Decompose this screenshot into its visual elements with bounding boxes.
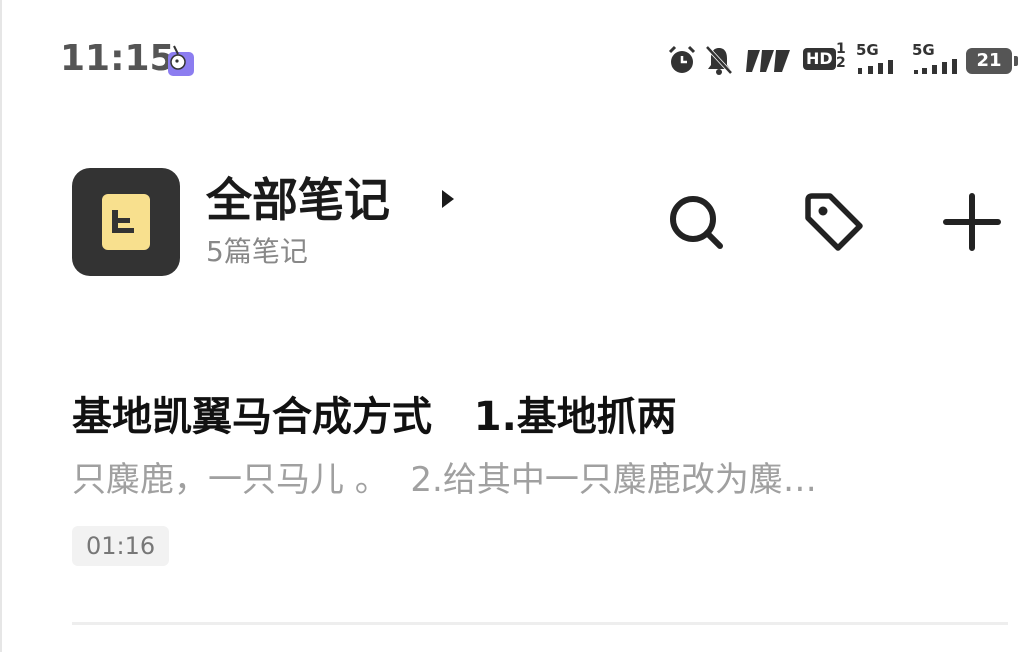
network-label-1: 5G <box>856 41 879 59</box>
app-notification-icon <box>164 42 198 78</box>
status-icons: HD 1 2 5G 5G 21 <box>660 42 1024 78</box>
alarm-icon <box>668 45 696 73</box>
folder-note-icon[interactable] <box>72 168 180 276</box>
plus-icon <box>943 193 1001 251</box>
notes-header: 全部笔记 5篇笔记 <box>0 150 1036 290</box>
add-note-button[interactable] <box>938 188 1006 256</box>
search-button[interactable] <box>662 188 730 256</box>
hd-voice-badge: HD <box>803 48 836 70</box>
caret-right-icon[interactable] <box>438 184 458 214</box>
note-title: 基地凯翼马合成方式 1.基地抓两 <box>72 394 677 440</box>
bell-muted-icon <box>705 45 733 75</box>
note-list-item[interactable]: 基地凯翼马合成方式 1.基地抓两 只麋鹿，一只马儿 。 2.给其中一只麋鹿改为麋… <box>72 380 1008 580</box>
search-icon <box>670 196 723 249</box>
battery-icon: 21 <box>966 48 1012 74</box>
signal-5g-icon <box>858 60 893 74</box>
note-count: 5篇笔记 <box>206 235 308 268</box>
battery-tip <box>1014 56 1018 66</box>
nfc-icon <box>746 50 790 72</box>
folder-title[interactable]: 全部笔记 <box>206 174 390 226</box>
network-label-2: 5G <box>912 41 935 59</box>
list-divider <box>72 622 1008 625</box>
battery-level: 21 <box>976 50 1002 71</box>
tag-button[interactable] <box>800 188 868 256</box>
note-preview: 只麋鹿，一只马儿 。 2.给其中一只麋鹿改为麋… <box>72 460 817 500</box>
status-time: 11:15 <box>60 38 175 79</box>
status-bar: 11:15 HD 1 2 5G 5G 21 <box>0 0 1036 120</box>
note-timestamp: 01:16 <box>72 526 170 566</box>
hd-voice-sim: 1 2 <box>836 41 846 71</box>
signal-5g-icon <box>914 59 957 74</box>
tag-icon <box>805 193 863 251</box>
